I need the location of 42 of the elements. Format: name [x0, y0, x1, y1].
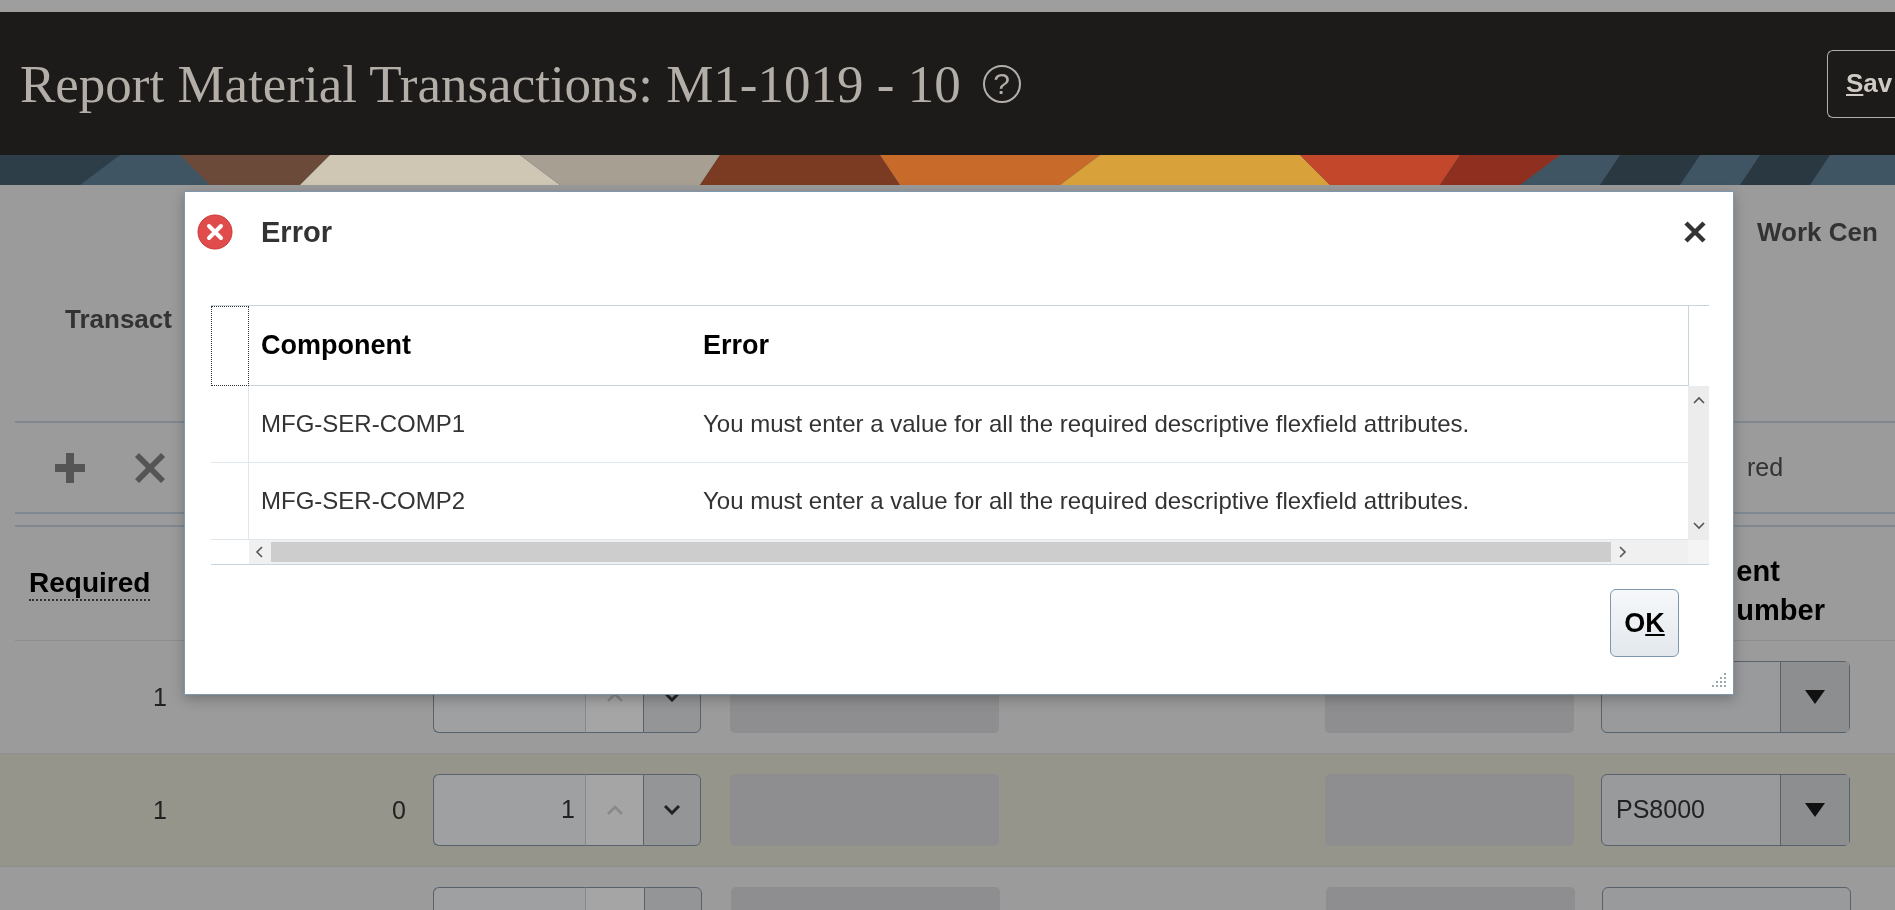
table-cell-text: 1 — [152, 682, 167, 712]
scroll-right-icon[interactable] — [1619, 546, 1627, 558]
horizontal-scrollbar[interactable] — [249, 540, 1688, 564]
table-cell: MFG-SER-COMP1 — [261, 410, 465, 438]
chevron-down-icon — [664, 692, 680, 702]
table-cell: You must enter a value for all the required descriptive flexfield attributes. — [703, 487, 1470, 515]
scrollbar-thumb[interactable] — [271, 542, 1611, 562]
column-header[interactable]: Component — [261, 330, 411, 361]
page-title: Report Material Transactions: M1-1019 - 10 — [20, 53, 961, 114]
chevron-up-icon — [606, 805, 623, 815]
chevron-up-icon — [606, 692, 623, 702]
ok-button[interactable]: OK — [1610, 589, 1679, 657]
chevron-down-icon — [664, 805, 680, 815]
table-cell-text: 0 — [391, 795, 406, 825]
column-header[interactable]: ent umber — [1736, 527, 1825, 640]
delete-icon[interactable] — [135, 452, 165, 483]
error-icon — [197, 214, 233, 250]
scroll-up-icon[interactable] — [1692, 396, 1705, 404]
column-header[interactable]: Required — [29, 566, 151, 601]
subinventory-select[interactable]: PS8000 — [1601, 774, 1850, 846]
table-cell: MFG-SER-COMP2 — [261, 487, 465, 515]
caret-down-icon — [1805, 690, 1825, 704]
caret-down-icon — [1805, 803, 1825, 817]
scroll-down-icon[interactable] — [1692, 522, 1705, 530]
table-cell: You must enter a value for all the required descriptive flexfield attributes. — [703, 410, 1470, 438]
vertical-scrollbar[interactable] — [1688, 386, 1709, 540]
table-cell-text: 1 — [152, 795, 167, 825]
toolbar-text: red — [1747, 453, 1784, 482]
help-icon[interactable]: ? — [982, 64, 1021, 103]
column-header[interactable]: Error — [703, 330, 770, 361]
scrollbar-corner — [1688, 540, 1709, 564]
row-selector[interactable] — [211, 306, 249, 386]
field-label: Work Cen — [1757, 217, 1879, 248]
increment-button[interactable] — [585, 774, 643, 846]
dialog-title: Error — [261, 215, 332, 249]
add-icon[interactable] — [55, 452, 85, 483]
close-icon[interactable] — [1683, 220, 1707, 244]
scroll-left-icon[interactable] — [255, 546, 263, 558]
field-label: Transact — [65, 304, 173, 335]
save-button[interactable]: Sav — [1827, 49, 1895, 118]
quantity-field[interactable]: 1 — [433, 774, 585, 846]
resize-grip-icon[interactable] — [1711, 672, 1727, 688]
